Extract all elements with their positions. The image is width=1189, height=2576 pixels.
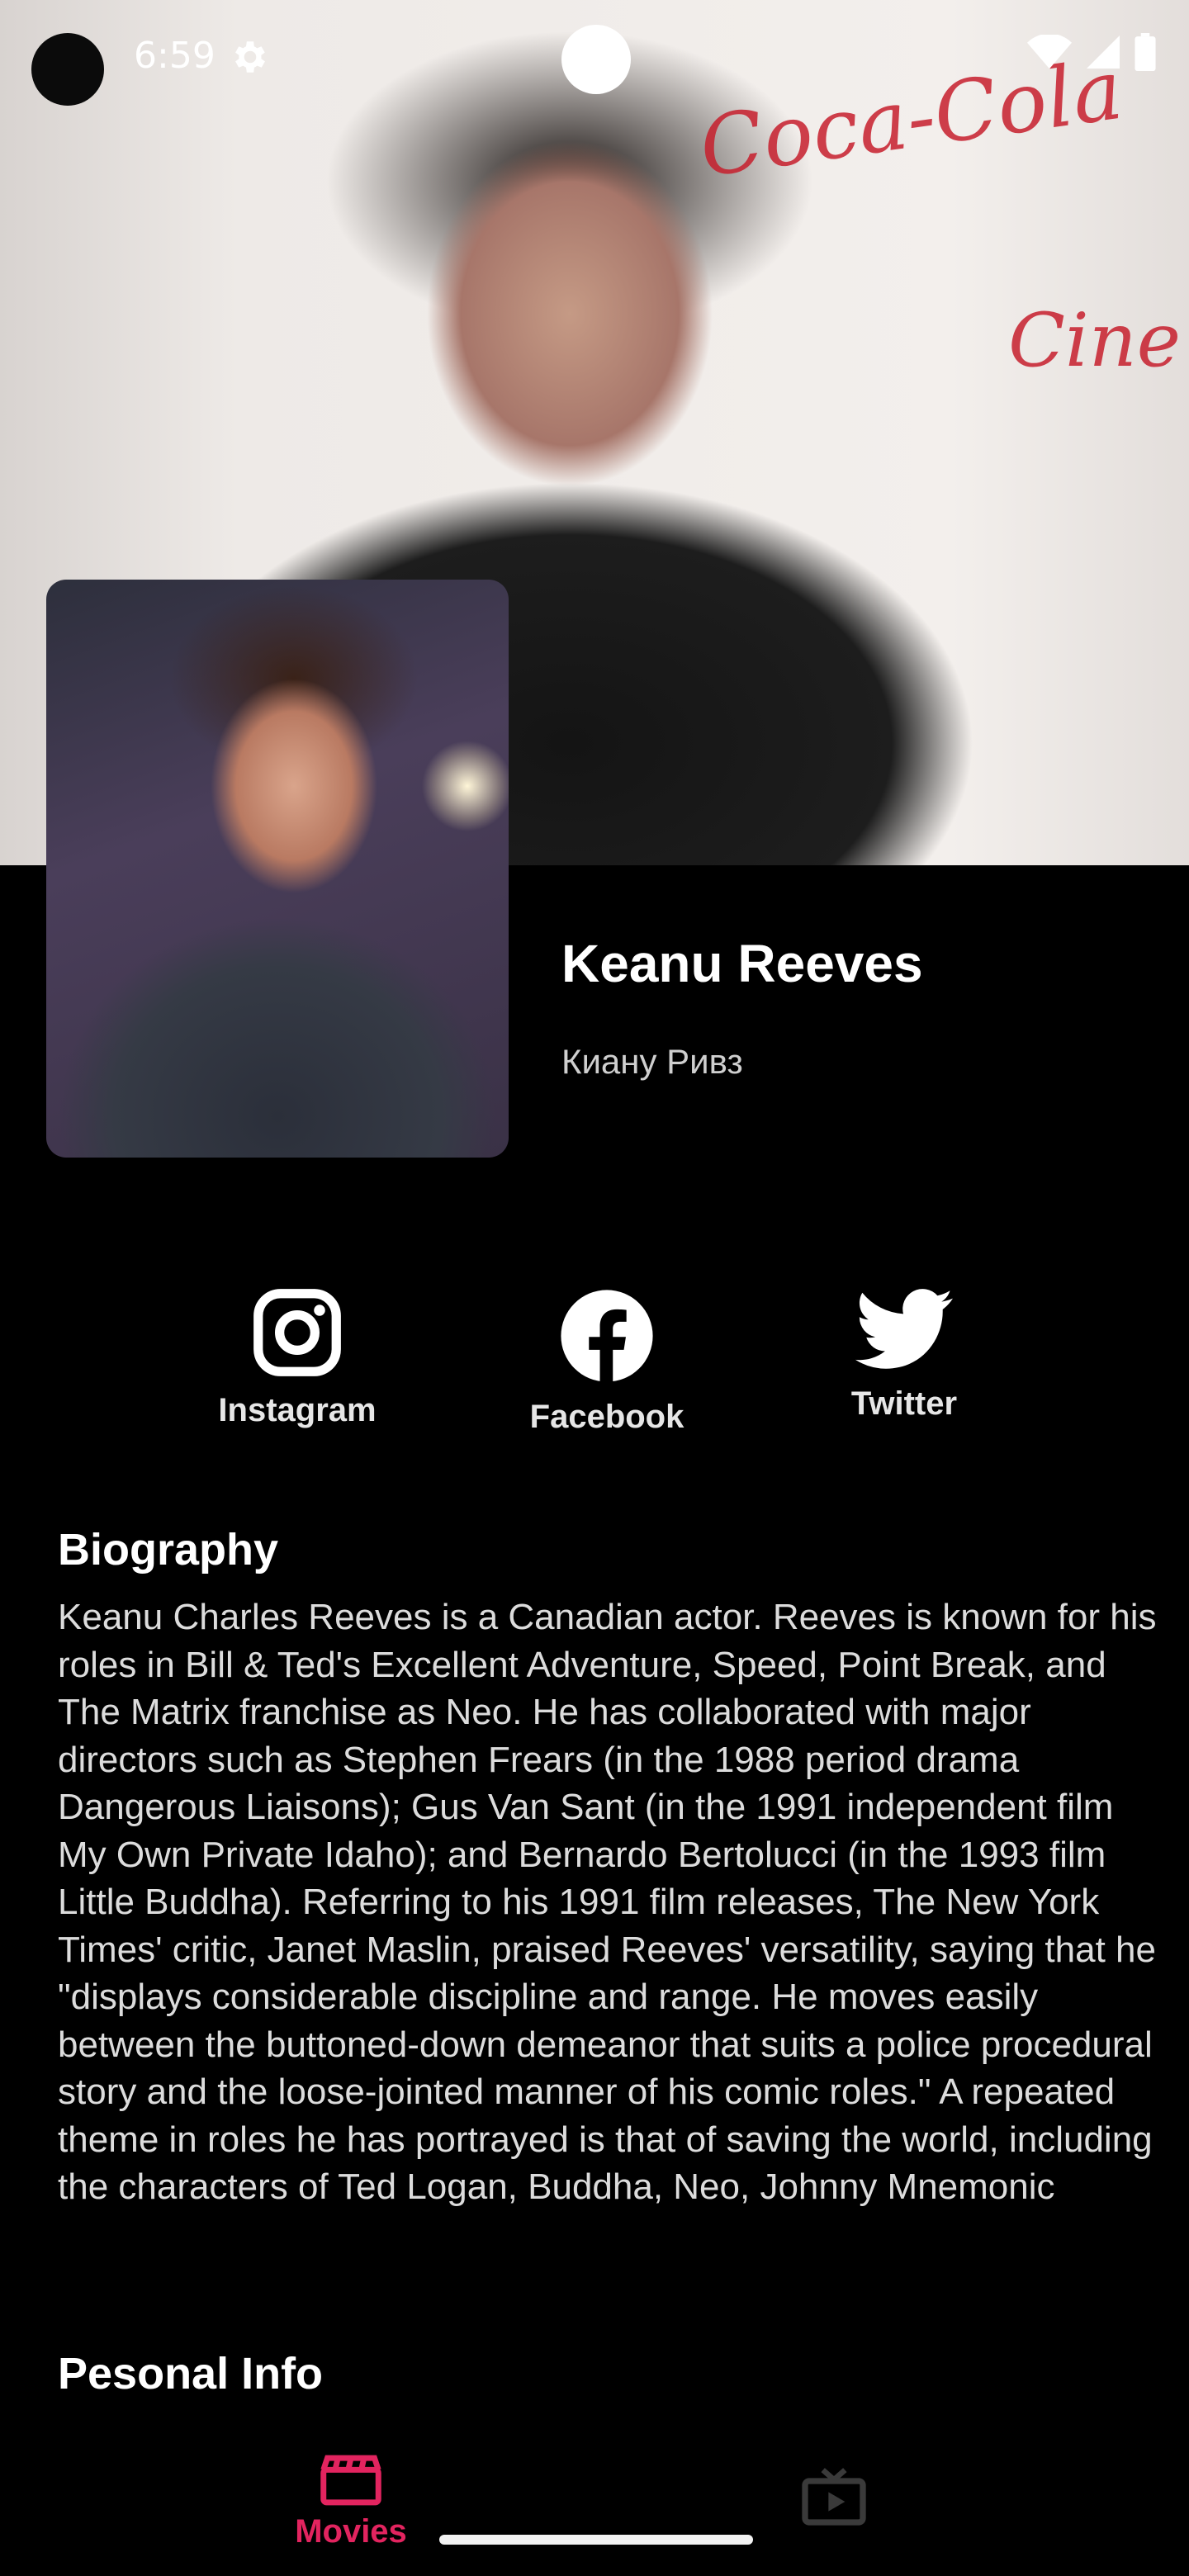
instagram-link[interactable]: Instagram — [198, 1288, 396, 1429]
person-native-name: Киану Ривз — [561, 1042, 743, 1081]
status-bar: 6:59 — [0, 0, 1189, 116]
battery-icon — [1135, 33, 1156, 71]
biography-text: Keanu Charles Reeves is a Canadian actor… — [58, 1597, 1157, 2207]
bottom-navigation: Movies — [0, 2427, 1189, 2576]
instagram-label: Instagram — [218, 1392, 377, 1428]
front-camera-dot — [561, 25, 631, 94]
home-indicator[interactable] — [439, 2535, 753, 2545]
backdrop-wall-text: Cine — [1008, 297, 1181, 384]
profile-photo — [46, 580, 509, 1158]
twitter-icon — [855, 1289, 953, 1369]
status-time: 6:59 — [134, 35, 216, 77]
nav-item-movies[interactable]: Movies — [289, 2454, 413, 2550]
twitter-label: Twitter — [850, 1385, 958, 1422]
person-name: Keanu Reeves — [561, 934, 923, 993]
nav-item-tv[interactable] — [801, 2467, 867, 2531]
tv-icon — [802, 2468, 866, 2526]
facebook-icon — [561, 1290, 653, 1384]
facebook-link[interactable]: Facebook — [512, 1288, 702, 1436]
personal-info-heading: Pesonal Info — [58, 2349, 324, 2398]
wifi-icon — [1027, 35, 1072, 69]
facebook-label: Facebook — [529, 1399, 685, 1435]
social-links: Instagram Facebook Twitter — [0, 1288, 1189, 1453]
instagram-icon — [253, 1289, 341, 1376]
camera-cutout — [31, 33, 104, 106]
biography-heading: Biography — [58, 1525, 279, 1574]
settings-icon — [235, 41, 265, 73]
clapperboard-icon — [320, 2455, 381, 2506]
twitter-link[interactable]: Twitter — [826, 1288, 983, 1423]
nav-item-movies-label: Movies — [295, 2513, 407, 2550]
cellular-icon — [1087, 36, 1120, 69]
